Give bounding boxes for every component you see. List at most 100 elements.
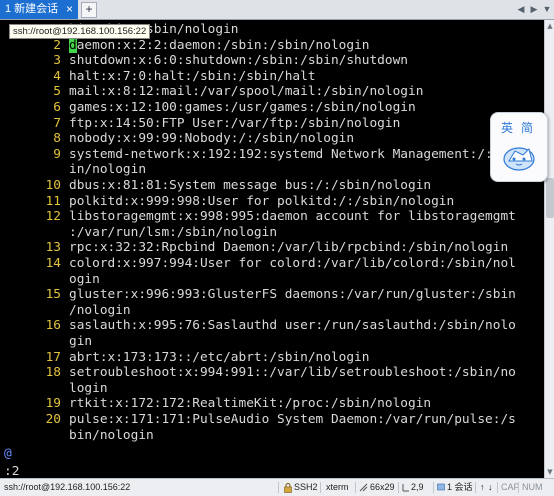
line-number: 14 xyxy=(45,256,61,271)
arrow-down-icon[interactable]: ↓ xyxy=(488,479,493,496)
ime-simplified-label[interactable]: 简 xyxy=(521,119,533,136)
add-tab-button[interactable]: + xyxy=(81,2,97,18)
editor-line: 15 gluster:x:996:993:GlusterFS daemons:/v… xyxy=(0,287,544,303)
arrow-up-icon[interactable]: ↑ xyxy=(480,479,485,496)
line-text: ftp:x:14:50:FTP User:/var/ftp:/sbin/nolo… xyxy=(69,115,401,131)
editor-line: :/var/run/lsm:/sbin/nologin xyxy=(0,225,544,241)
tab-scroll-right-icon[interactable]: ▶ xyxy=(528,3,540,15)
editor-line: ogin xyxy=(0,272,544,288)
line-number: 9 xyxy=(53,146,61,162)
line-text: /nologin xyxy=(69,302,131,318)
tab-menu-icon[interactable]: ▼ xyxy=(541,3,553,15)
line-number: 12 xyxy=(45,209,61,225)
line-text: saslauth:x:995:76:Saslauthd user:/run/sa… xyxy=(69,318,516,334)
line-text: pulse:x:171:171:PulseAudio System Daemon… xyxy=(69,412,516,427)
sessions-icon xyxy=(437,483,445,491)
editor-line: 14 colord:x:997:994:User for colord:/var/… xyxy=(0,256,544,272)
editor-line: 8 nobody:x:99:99:Nobody:/:/sbin/nologin xyxy=(0,131,544,147)
command-line[interactable]: :2 xyxy=(0,464,544,478)
line-number: 15 xyxy=(45,287,61,303)
size-icon xyxy=(359,483,368,492)
ime-english-label[interactable]: 英 xyxy=(501,119,513,136)
editor-line: 9 systemd-network:x:192:192:systemd Netwo… xyxy=(0,147,544,163)
end-of-buffer-marker: @ xyxy=(4,446,12,462)
editor-line: in/nologin xyxy=(0,162,544,178)
line-text: ogin xyxy=(69,271,100,287)
line-text: rpc:x:32:32:Rpcbind Daemon:/var/lib/rpcb… xyxy=(69,240,509,256)
editor-line: 5 mail:x:8:12:mail:/var/spool/mail:/sbin/… xyxy=(0,84,544,100)
line-number: 10 xyxy=(45,178,61,193)
text-cursor: d xyxy=(69,37,77,53)
line-number: 8 xyxy=(53,131,61,147)
scroll-up-icon[interactable]: ▲ xyxy=(546,22,554,30)
editor-line: /nologin xyxy=(0,303,544,319)
editor-line: 17 abrt:x:173:173::/etc/abrt:/sbin/nologi… xyxy=(0,350,544,366)
line-number: 7 xyxy=(53,115,61,131)
editor-line: 11 polkitd:x:999:998:User for polkitd:/:/… xyxy=(0,194,544,210)
editor-line: 12 libstoragemgmt:x:998:995:daemon accoun… xyxy=(0,209,544,225)
line-number: 18 xyxy=(45,365,61,381)
line-text: rtkit:x:172:172:RealtimeKit:/proc:/sbin/… xyxy=(69,396,432,412)
editor-line: 6 games:x:12:100:games:/usr/games:/sbin/n… xyxy=(0,100,544,116)
sessions-status: 1 会话 xyxy=(447,482,473,492)
line-number: 19 xyxy=(45,396,61,412)
editor-line: 16 saslauth:x:995:76:Saslauthd user:/run/… xyxy=(0,318,544,334)
close-icon[interactable]: × xyxy=(66,0,73,19)
line-text: daemon:x:2:2:daemon:/sbin:/sbin/nologin xyxy=(69,37,370,54)
tab-session-1[interactable]: 1 新建会话 × xyxy=(0,0,78,19)
line-text: nobody:x:99:99:Nobody:/:/sbin/nologin xyxy=(69,131,355,147)
connection-tooltip: ssh://root@192.168.100.156:22 xyxy=(9,24,151,39)
line-number: 4 xyxy=(53,68,61,84)
scroll-down-icon[interactable]: ▼ xyxy=(546,468,554,476)
num-lock-status: NUM xyxy=(522,482,543,492)
editor-line: 18 setroubleshoot:x:994:991::/var/lib/set… xyxy=(0,365,544,381)
editor-line: 19 rtkit:x:172:172:RealtimeKit:/proc:/sbi… xyxy=(0,396,544,412)
editor-line: 2 daemon:x:2:2:daemon:/sbin:/sbin/nologin xyxy=(0,37,544,54)
line-text: abrt:x:173:173::/etc/abrt:/sbin/nologin xyxy=(69,349,370,365)
tab-scroll-left-icon[interactable]: ◀ xyxy=(515,3,527,15)
editor-line: gin xyxy=(0,334,544,350)
vertical-scrollbar[interactable]: ▲ ▼ xyxy=(544,20,554,478)
editor-line: 13 rpc:x:32:32:Rpcbind Daemon:/var/lib/rp… xyxy=(0,240,544,256)
line-text: colord:x:997:994:User for colord:/var/li… xyxy=(69,256,516,271)
editor-line: 3 shutdown:x:6:0:shutdown:/sbin:/sbin/shu… xyxy=(0,53,544,69)
line-number: 2 xyxy=(53,37,61,53)
line-text: login xyxy=(69,380,108,396)
line-text: games:x:12:100:games:/usr/games:/sbin/no… xyxy=(69,100,416,115)
protocol-status: SSH2 xyxy=(294,482,318,492)
line-text: shutdown:x:6:0:shutdown:/sbin:/sbin/shut… xyxy=(69,53,408,69)
line-number: 5 xyxy=(53,84,61,100)
editor-line: 7 ftp:x:14:50:FTP User:/var/ftp:/sbin/nol… xyxy=(0,116,544,132)
line-text: bin/nologin xyxy=(69,427,154,443)
scroll-thumb[interactable] xyxy=(546,178,554,218)
terminal-size-status: 66x29 xyxy=(370,482,395,492)
editor-line: login xyxy=(0,381,544,397)
line-number: 13 xyxy=(45,240,61,256)
editor-line: 4 halt:x:7:0:halt:/sbin:/sbin/halt xyxy=(0,69,544,85)
ime-widget[interactable]: 英 简 xyxy=(490,112,548,182)
cursor-position-status: 2,9 xyxy=(411,482,424,492)
line-text: mail:x:8:12:mail:/var/spool/mail:/sbin/n… xyxy=(69,84,424,100)
line-text: :/var/run/lsm:/sbin/nologin xyxy=(69,224,278,240)
tab-label: 1 新建会话 xyxy=(5,3,59,15)
terminal-type-status: xterm xyxy=(326,482,349,492)
ime-mascot-icon xyxy=(503,147,535,171)
cap-lock-status: CAP xyxy=(501,482,520,492)
lock-icon xyxy=(284,483,292,493)
line-text: polkitd:x:999:998:User for polkitd:/:/sb… xyxy=(69,193,455,209)
line-number: 6 xyxy=(53,100,61,115)
end-of-buffer-line: @ xyxy=(0,446,544,462)
line-text: gin xyxy=(69,334,93,349)
line-text: systemd-network:x:192:192:systemd Networ… xyxy=(69,146,516,162)
editor-line: bin/nologin xyxy=(0,428,544,444)
line-number: 16 xyxy=(45,318,61,334)
line-text-rest: aemon:x:2:2:daemon:/sbin:/sbin/nologin xyxy=(76,37,370,53)
connection-status: ssh://root@192.168.100.156:22 xyxy=(4,482,131,492)
line-text: in/nologin xyxy=(69,162,147,178)
editor-line: 20 pulse:x:171:171:PulseAudio System Daem… xyxy=(0,412,544,428)
line-number: 11 xyxy=(45,193,61,209)
line-text: halt:x:7:0:halt:/sbin:/sbin/halt xyxy=(69,68,316,84)
terminal-screen[interactable]: bin:/bin:/sbin/nologin 2 daemon:x:2:2:daem… xyxy=(0,20,544,478)
tab-bar: 1 新建会话 × + ◀ ▶ ▼ xyxy=(0,0,554,20)
line-number: 17 xyxy=(45,349,61,365)
